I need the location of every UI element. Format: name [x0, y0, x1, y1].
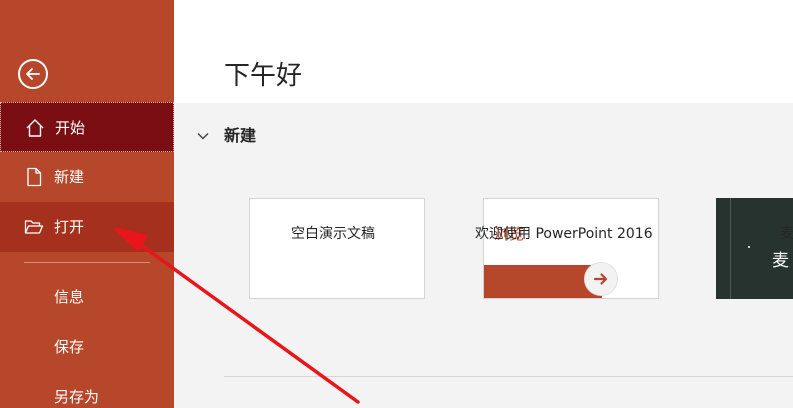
thumbnail-line: [730, 198, 731, 299]
arrow-right-icon: [584, 262, 618, 296]
thumbnail-text: 麦: [772, 251, 789, 271]
greeting-heading: 下午好: [224, 61, 303, 91]
template-label[interactable]: 欢迎使用 PowerPoint 2016: [475, 224, 653, 244]
back-arrow-icon: [26, 68, 40, 80]
main-panel: 下午好 新建 空白演示文稿 浏览 欢迎使用 PowerPoint 2016 麦 …: [174, 0, 793, 408]
nav-item-save[interactable]: 保存: [0, 322, 174, 372]
back-button[interactable]: [18, 59, 48, 89]
nav-item-label: 另存为: [54, 388, 100, 406]
nav-item-open[interactable]: 打开: [0, 202, 174, 252]
nav-divider: [24, 262, 150, 263]
section-divider: [224, 376, 793, 377]
template-thumbnail[interactable]: 浏览: [483, 198, 659, 299]
nav-item-label: 开始: [55, 119, 86, 137]
template-label[interactable]: 麦: [780, 224, 793, 244]
nav-item-save-as[interactable]: 另存为: [0, 372, 174, 408]
template-thumbnail[interactable]: [249, 198, 425, 299]
nav-item-info[interactable]: 信息: [0, 272, 174, 322]
section-title: 新建: [224, 126, 257, 145]
nav-item-label: 信息: [54, 288, 85, 306]
open-folder-icon: [24, 220, 44, 234]
new-document-icon: [27, 167, 42, 187]
chevron-down-icon[interactable]: [196, 129, 210, 143]
template-thumbnail[interactable]: 麦: [716, 198, 793, 299]
home-icon: [26, 119, 44, 137]
template-label[interactable]: 空白演示文稿: [291, 224, 375, 244]
nav-item-label: 打开: [54, 218, 85, 236]
nav-item-label: 保存: [54, 338, 85, 356]
nav-item-home[interactable]: 开始: [0, 102, 174, 152]
thumbnail-dot: [748, 246, 750, 248]
backstage-sidebar: 开始 新建 打开 信息 保存 另存为: [0, 0, 174, 408]
new-section: 新建 空白演示文稿 浏览 欢迎使用 PowerPoint 2016 麦 麦: [174, 103, 793, 408]
nav-item-label: 新建: [54, 168, 85, 186]
nav-item-new[interactable]: 新建: [0, 152, 174, 202]
